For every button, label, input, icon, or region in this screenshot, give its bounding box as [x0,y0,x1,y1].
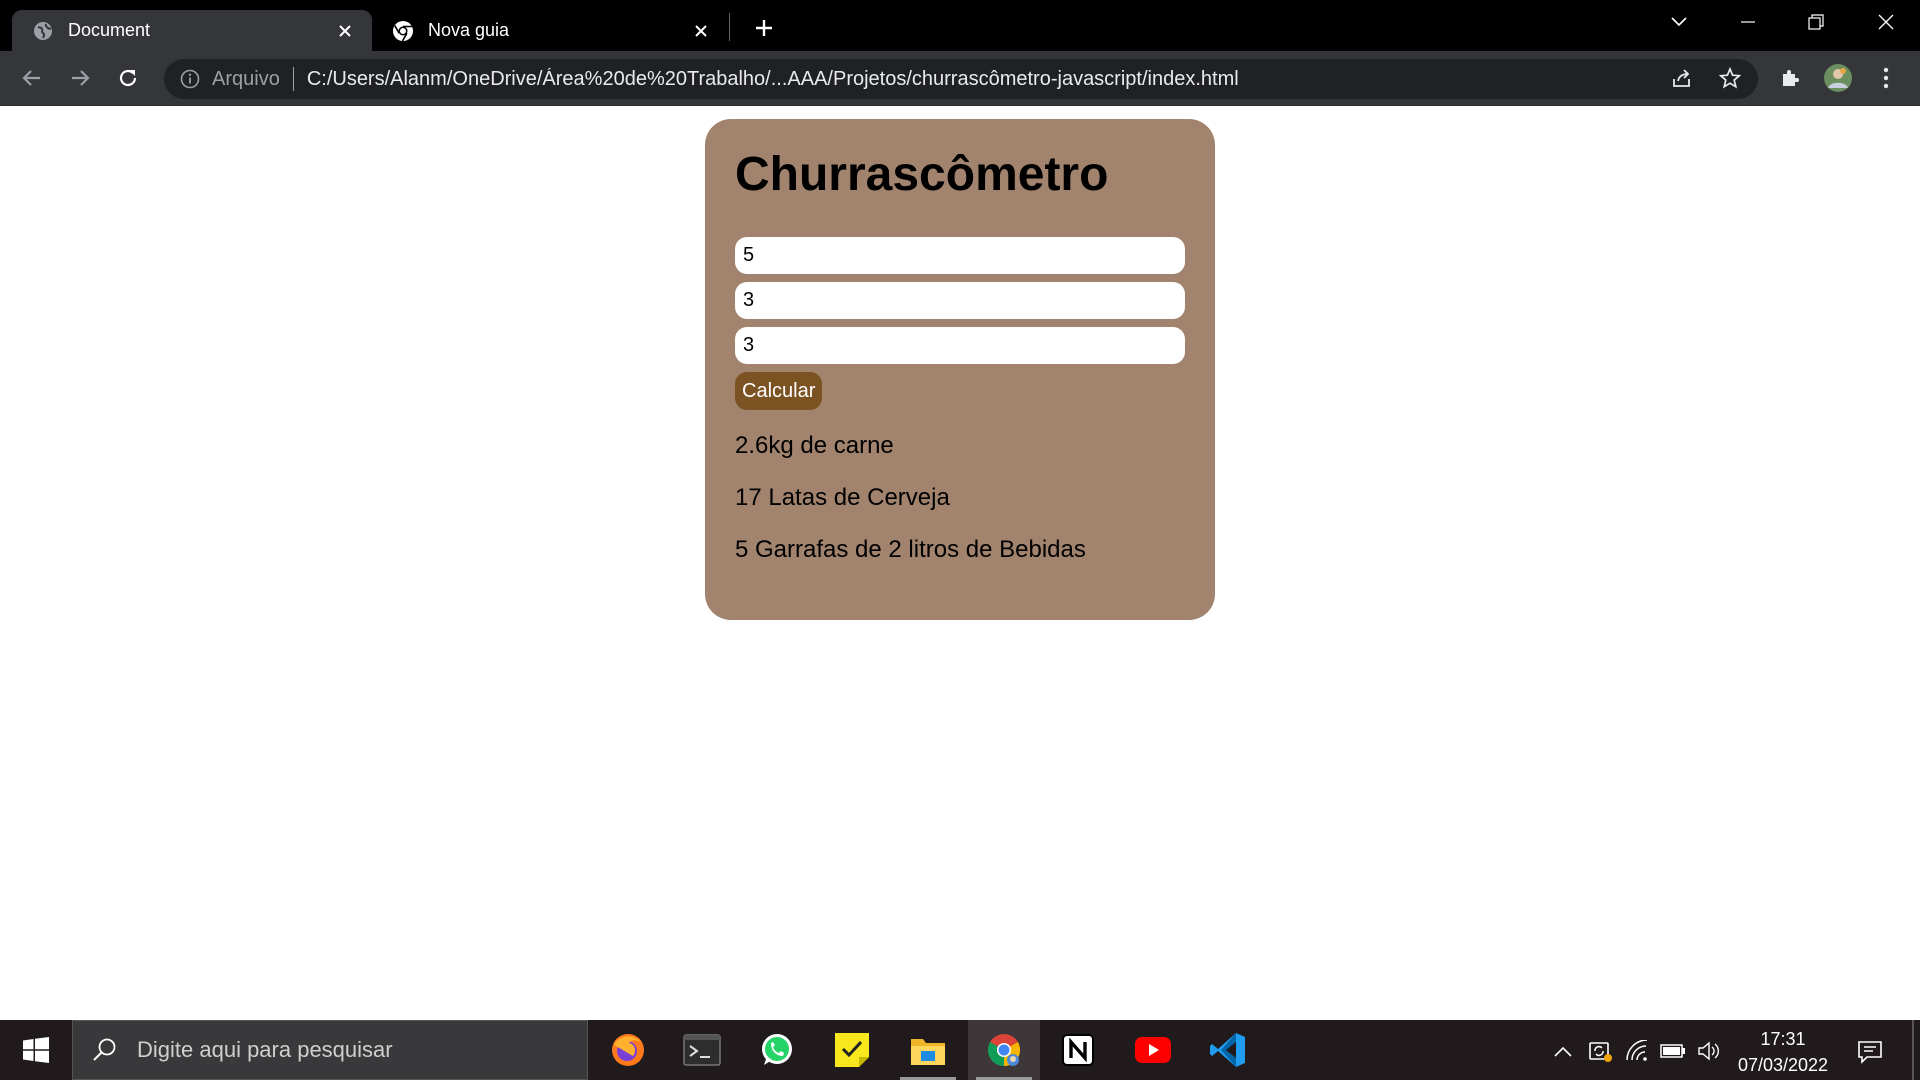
search-icon [91,1036,119,1064]
restore-icon [1808,14,1824,30]
wifi-icon[interactable] [1624,1038,1650,1064]
extensions-button[interactable] [1772,60,1808,96]
tab-divider [729,13,730,41]
tab-title: Nova guia [428,20,510,40]
sticky-notes-icon[interactable] [816,1020,888,1080]
terminal-icon[interactable] [666,1020,738,1080]
battery-icon[interactable] [1660,1038,1686,1064]
vscode-icon[interactable] [1192,1020,1264,1080]
children-input[interactable] [735,282,1185,319]
windows-logo-icon [23,1037,49,1063]
tab-nova-guia[interactable]: Nova guia [372,10,728,51]
system-clock[interactable]: 17:31 07/03/2022 [1718,1026,1848,1078]
new-tab-button[interactable] [748,12,780,44]
clock-time: 17:31 [1760,1029,1806,1049]
arrow-right-icon [72,70,90,86]
notion-icon[interactable] [1042,1020,1114,1080]
puzzle-icon [1783,70,1799,86]
bookmark-button[interactable] [1712,60,1748,96]
windows-taskbar: 17:31 07/03/2022 [0,1020,1920,1080]
forward-button[interactable] [62,60,98,96]
star-icon [1719,67,1741,89]
arrow-left-icon [22,70,40,86]
notification-icon [1858,1041,1882,1064]
taskbar-search[interactable] [72,1020,588,1080]
address-bar[interactable]: Arquivo C:/Users/Alanm/OneDrive/Área%20d… [164,59,1758,99]
avatar-icon [1824,64,1852,92]
share-icon [1673,69,1690,87]
drinks-result: 5 Garrafas de 2 litros de Bebidas [735,536,1086,563]
globe-icon [32,20,54,42]
chrome-icon [392,20,414,42]
tab-document[interactable]: Document [12,10,372,51]
browser-tabstrip: Document Nova guia [0,0,1920,51]
start-button[interactable] [0,1020,72,1080]
onedrive-sync-icon[interactable] [1587,1038,1613,1064]
page-title: Churrascômetro [735,148,1109,201]
toolbar-divider [0,105,1920,106]
minimize-icon [1741,21,1755,23]
address-scheme-label: Arquivo [212,67,280,90]
beer-result: 17 Latas de Cerveja [735,484,950,511]
restore-button[interactable] [1782,0,1850,44]
show-desktop-button[interactable] [1912,1020,1914,1080]
profile-avatar[interactable] [1820,60,1856,96]
info-icon[interactable] [178,67,202,91]
firefox-icon[interactable] [592,1020,664,1080]
plus-icon [756,20,772,36]
reload-button[interactable] [110,60,146,96]
more-vert-icon [1883,67,1889,89]
reload-icon [119,69,137,87]
browser-toolbar: Arquivo C:/Users/Alanm/OneDrive/Área%20d… [0,51,1920,105]
notification-center-button[interactable] [1852,1034,1888,1070]
close-icon [1878,14,1894,30]
chrome-icon[interactable] [968,1020,1040,1080]
meat-result: 2.6kg de carne [735,432,894,459]
address-separator [292,67,294,91]
whatsapp-icon[interactable] [741,1020,813,1080]
close-window-button[interactable] [1852,0,1920,44]
tab-search-button[interactable] [1645,0,1713,44]
close-tab-icon[interactable] [690,20,712,42]
adults-input[interactable] [735,237,1185,274]
tab-title: Document [68,20,151,40]
result-panel: 2.6kg de carne 17 Latas de Cerveja 5 Gar… [735,432,1185,564]
minimize-button[interactable] [1714,0,1782,44]
clock-date: 07/03/2022 [1737,1055,1829,1075]
menu-button[interactable] [1868,60,1904,96]
calculate-button[interactable]: Calcular [735,372,823,410]
youtube-icon[interactable] [1117,1020,1189,1080]
duration-input[interactable] [735,327,1185,364]
chevron-up-icon[interactable] [1550,1038,1576,1064]
chevron-down-icon [1671,17,1687,27]
close-tab-icon[interactable] [334,20,356,42]
churrascometro-card: Churrascômetro Calcular 2.6kg de carne 1… [705,119,1215,620]
address-url[interactable]: C:/Users/Alanm/OneDrive/Área%20de%20Trab… [307,68,1758,91]
file-explorer-icon[interactable] [892,1020,964,1080]
search-input[interactable] [137,1037,577,1063]
back-button[interactable] [14,60,50,96]
share-button[interactable] [1664,60,1700,96]
